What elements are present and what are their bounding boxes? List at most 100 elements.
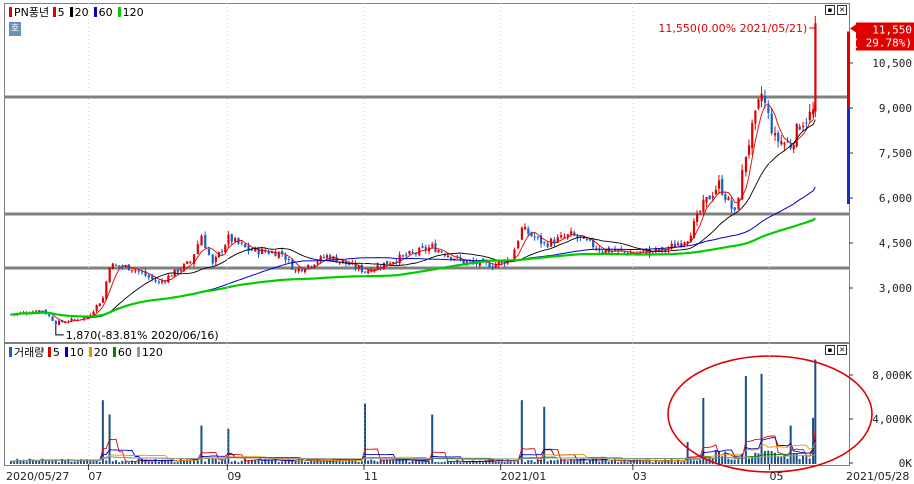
volume-bar bbox=[443, 461, 446, 464]
candle bbox=[440, 251, 443, 253]
volume-bar bbox=[530, 460, 533, 464]
volume-bar bbox=[808, 458, 811, 464]
candle bbox=[711, 196, 714, 198]
candle bbox=[814, 23, 817, 112]
candle bbox=[527, 228, 530, 234]
candle bbox=[176, 269, 179, 273]
volume-bar bbox=[792, 453, 795, 464]
candle bbox=[708, 195, 711, 200]
volume-bar bbox=[549, 460, 552, 464]
volume-bar bbox=[566, 461, 569, 464]
volume-bar bbox=[798, 458, 801, 464]
candle bbox=[401, 255, 405, 257]
volume-bar bbox=[221, 460, 224, 464]
candle bbox=[250, 249, 254, 251]
volume-bar bbox=[418, 461, 421, 464]
volume-bar bbox=[48, 460, 51, 464]
volume-bar bbox=[127, 462, 130, 464]
volume-bar bbox=[332, 459, 335, 464]
candle bbox=[379, 266, 382, 268]
candle bbox=[101, 297, 105, 303]
volume-bar bbox=[513, 461, 516, 464]
volume-bar bbox=[763, 451, 766, 464]
candle bbox=[737, 197, 740, 210]
volume-bar bbox=[733, 459, 736, 464]
volume-bar bbox=[620, 461, 623, 464]
candle bbox=[316, 261, 319, 264]
volume-bar bbox=[661, 462, 664, 464]
candle bbox=[699, 211, 702, 213]
volume-bar bbox=[207, 458, 210, 464]
volume-bar bbox=[322, 461, 325, 464]
candle bbox=[111, 263, 114, 270]
volume-bar bbox=[585, 462, 588, 464]
candle bbox=[54, 321, 58, 325]
low-annotation-leader bbox=[55, 324, 64, 336]
volume-bar bbox=[204, 461, 207, 464]
volume-bar bbox=[367, 460, 370, 464]
volume-bar bbox=[481, 462, 484, 464]
candle bbox=[357, 266, 360, 269]
candle bbox=[267, 251, 270, 254]
candle bbox=[431, 244, 434, 247]
candle bbox=[801, 125, 805, 128]
candle bbox=[670, 243, 673, 247]
candle bbox=[234, 238, 237, 242]
volume-bar bbox=[727, 458, 730, 464]
candle bbox=[363, 271, 367, 273]
volume-bar bbox=[19, 460, 22, 464]
volume-bar bbox=[344, 461, 347, 464]
volume-bar bbox=[795, 452, 798, 464]
candle bbox=[382, 262, 386, 270]
candle bbox=[224, 245, 227, 253]
volume-bar bbox=[699, 459, 702, 464]
volume-bar bbox=[770, 451, 773, 464]
candle bbox=[164, 281, 167, 283]
candle bbox=[570, 231, 573, 235]
candle bbox=[408, 251, 411, 255]
volume-bar bbox=[573, 459, 576, 464]
volume-bar bbox=[92, 461, 95, 464]
volume-bar bbox=[757, 453, 760, 464]
candle bbox=[186, 261, 189, 264]
volume-bar bbox=[421, 462, 424, 464]
volume-bar bbox=[376, 461, 379, 464]
volume-bar bbox=[427, 461, 430, 464]
candle bbox=[154, 280, 157, 282]
ma5-line bbox=[10, 98, 816, 323]
volume-bar bbox=[777, 456, 780, 464]
candle bbox=[297, 268, 300, 272]
volume-bar bbox=[670, 458, 673, 464]
volume-bar bbox=[227, 428, 230, 464]
volume-bar bbox=[217, 461, 220, 464]
volume-bar bbox=[469, 462, 472, 464]
candle bbox=[744, 156, 748, 173]
volume-chart bbox=[10, 355, 873, 473]
volume-bar bbox=[453, 462, 456, 464]
volume-bar bbox=[686, 442, 689, 464]
volume-bar bbox=[373, 460, 376, 464]
volume-bar bbox=[307, 461, 310, 464]
candle bbox=[714, 189, 718, 194]
candle bbox=[207, 248, 211, 255]
candle bbox=[294, 270, 297, 272]
candle bbox=[189, 262, 192, 264]
volume-bar bbox=[395, 460, 398, 464]
volume-bar bbox=[598, 461, 601, 464]
candle bbox=[244, 243, 247, 248]
volume-bar bbox=[626, 462, 629, 464]
candle bbox=[114, 264, 118, 266]
candle bbox=[291, 260, 294, 270]
candle bbox=[95, 305, 98, 311]
candle bbox=[491, 266, 494, 268]
volume-bar bbox=[748, 458, 750, 464]
volume-bar bbox=[114, 460, 117, 464]
candle bbox=[717, 180, 721, 189]
volume-bar bbox=[459, 461, 462, 464]
candle bbox=[683, 242, 686, 244]
candle bbox=[520, 227, 524, 240]
volume-bar bbox=[553, 460, 556, 464]
volume-bar bbox=[28, 458, 31, 464]
candle bbox=[367, 270, 370, 274]
volume-bar bbox=[121, 460, 124, 464]
